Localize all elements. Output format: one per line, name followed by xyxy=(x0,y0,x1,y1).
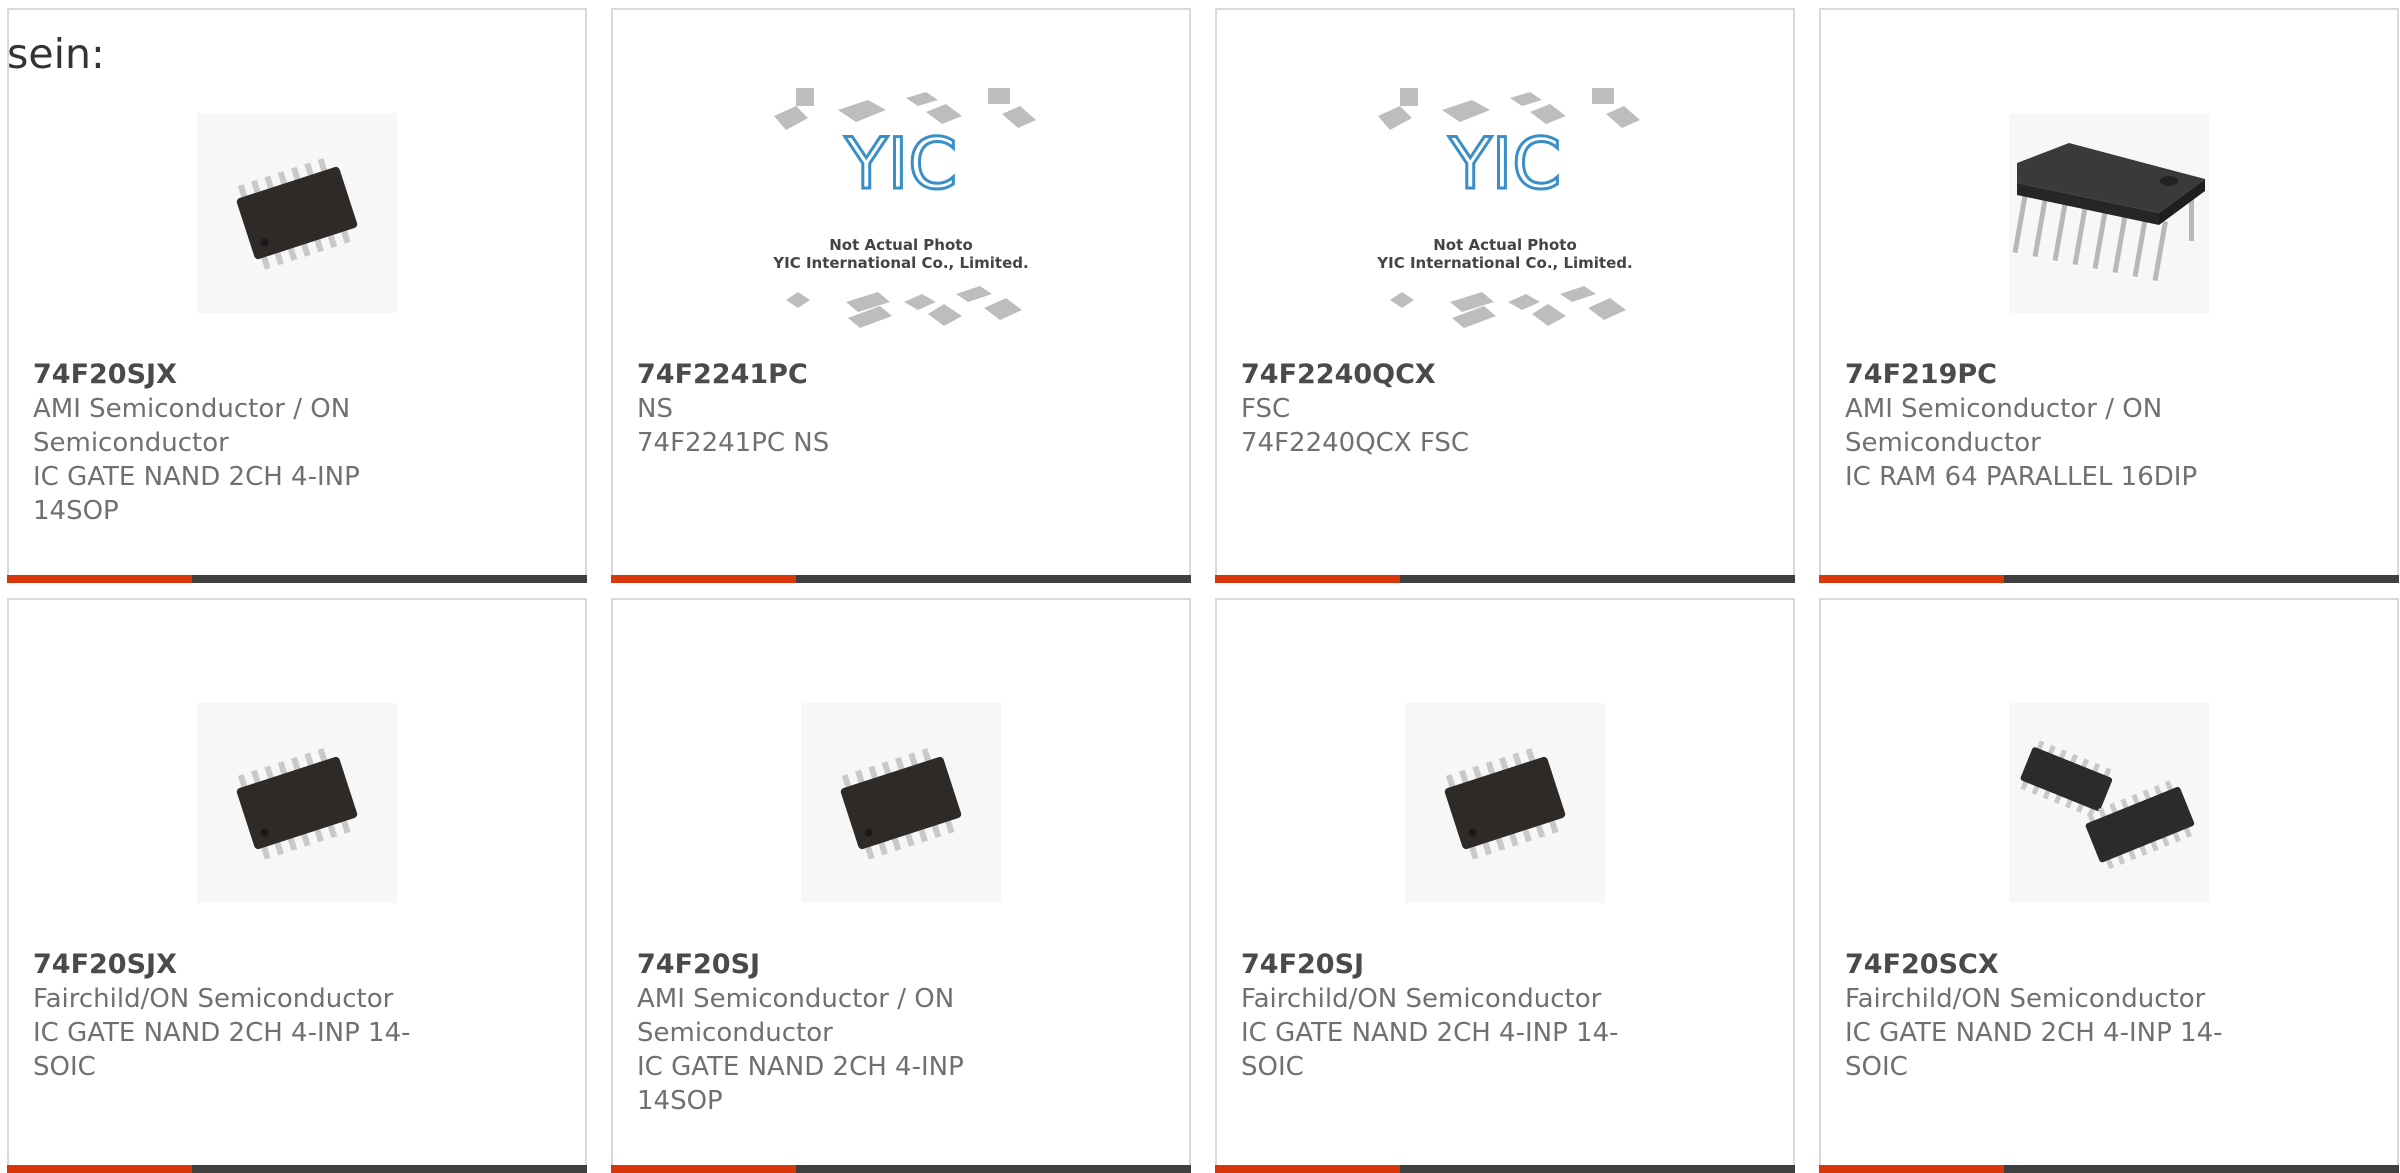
description: 74F2240QCX FSC xyxy=(1241,428,1470,458)
card-bottom-bar xyxy=(611,1165,1191,1173)
manufacturer: NS xyxy=(637,394,673,424)
card-bottom-bar xyxy=(1215,1165,1795,1173)
part-number[interactable]: 74F219PC xyxy=(1845,358,2245,392)
product-image[interactable] xyxy=(1365,672,1645,934)
placeholder-caption: Not Actual Photo xyxy=(829,236,973,254)
dip-chip-icon xyxy=(2009,113,2209,313)
description: IC GATE NAND 2CH 4-INP 14SOP xyxy=(33,462,360,526)
description: IC GATE NAND 2CH 4-INP 14-SOIC xyxy=(33,1018,411,1082)
part-number[interactable]: 74F20SCX xyxy=(1845,948,2245,982)
part-number[interactable]: 74F20SJ xyxy=(1241,948,1641,982)
soic-chip-icon xyxy=(801,703,1001,903)
manufacturer: Fairchild/ON Semiconductor xyxy=(33,984,394,1014)
yic-logo: YIC xyxy=(844,123,957,205)
description: IC GATE NAND 2CH 4-INP 14SOP xyxy=(637,1052,964,1116)
placeholder-caption: YIC International Co., Limited. xyxy=(772,254,1028,272)
description: IC GATE NAND 2CH 4-INP 14-SOIC xyxy=(1845,1018,2223,1082)
card-bottom-bar xyxy=(7,575,587,583)
manufacturer: Fairchild/ON Semiconductor xyxy=(1241,984,1602,1014)
product-card[interactable]: 74F20SJX AMI Semiconductor / ON Semicond… xyxy=(7,8,587,583)
yic-logo: YIC xyxy=(1448,123,1561,205)
card-bottom-bar xyxy=(1819,1165,2399,1173)
part-number[interactable]: 74F2241PC xyxy=(637,358,1037,392)
part-number[interactable]: 74F20SJX xyxy=(33,948,433,982)
product-image[interactable] xyxy=(1969,82,2249,344)
product-image[interactable] xyxy=(157,672,437,934)
description: IC GATE NAND 2CH 4-INP 14-SOIC xyxy=(1241,1018,1619,1082)
soic-chip-icon xyxy=(197,113,397,313)
part-number[interactable]: 74F20SJ xyxy=(637,948,1037,982)
placeholder-caption: Not Actual Photo xyxy=(1433,236,1577,254)
product-image[interactable]: YIC Not Actual Photo YIC International C… xyxy=(1365,82,1645,344)
product-card[interactable]: YIC Not Actual Photo YIC International C… xyxy=(611,8,1191,583)
product-image[interactable] xyxy=(1969,672,2249,934)
manufacturer: Fairchild/ON Semiconductor xyxy=(1845,984,2206,1014)
manufacturer: AMI Semiconductor / ON Semiconductor xyxy=(637,984,955,1048)
product-image[interactable]: YIC Not Actual Photo YIC International C… xyxy=(761,82,1041,344)
dual-soic-chip-icon xyxy=(2009,703,2209,903)
card-bottom-bar xyxy=(7,1165,587,1173)
card-bottom-bar xyxy=(1819,575,2399,583)
product-card[interactable]: 74F20SJX Fairchild/ON Semiconductor IC G… xyxy=(7,598,587,1173)
soic-chip-icon xyxy=(197,703,397,903)
card-bottom-bar xyxy=(611,575,1191,583)
card-bottom-bar xyxy=(1215,575,1795,583)
placeholder-caption: YIC International Co., Limited. xyxy=(1376,254,1632,272)
not-actual-photo-icon: YIC Not Actual Photo YIC International C… xyxy=(1376,88,1640,328)
description: IC RAM 64 PARALLEL 16DIP xyxy=(1845,462,2198,492)
part-number[interactable]: 74F2240QCX xyxy=(1241,358,1641,392)
not-actual-photo-icon: YIC Not Actual Photo YIC International C… xyxy=(772,88,1036,328)
manufacturer: AMI Semiconductor / ON Semiconductor xyxy=(1845,394,2163,458)
product-card[interactable]: YIC Not Actual Photo YIC International C… xyxy=(1215,8,1795,583)
manufacturer: FSC xyxy=(1241,394,1291,424)
product-card[interactable]: 74F20SJ Fairchild/ON Semiconductor IC GA… xyxy=(1215,598,1795,1173)
manufacturer: AMI Semiconductor / ON Semiconductor xyxy=(33,394,351,458)
soic-chip-icon xyxy=(1405,703,1605,903)
description: 74F2241PC NS xyxy=(637,428,830,458)
product-card[interactable]: 74F20SJ AMI Semiconductor / ON Semicondu… xyxy=(611,598,1191,1173)
product-card[interactable]: 74F219PC AMI Semiconductor / ON Semicond… xyxy=(1819,8,2399,583)
part-number[interactable]: 74F20SJX xyxy=(33,358,433,392)
product-card[interactable]: 74F20SCX Fairchild/ON Semiconductor IC G… xyxy=(1819,598,2399,1173)
product-image[interactable] xyxy=(761,672,1041,934)
section-heading: sein: xyxy=(7,30,105,78)
product-image[interactable] xyxy=(157,82,437,344)
